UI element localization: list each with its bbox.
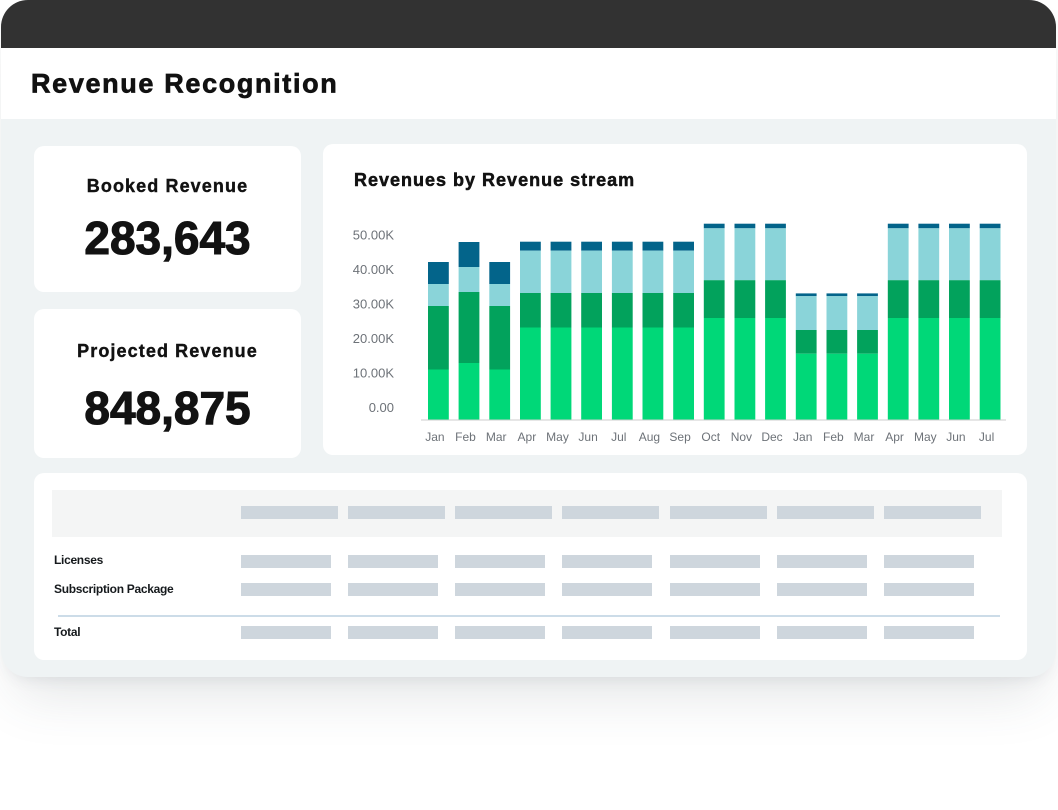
svg-text:0.00: 0.00: [369, 400, 394, 415]
svg-text:Mar: Mar: [854, 430, 875, 444]
svg-text:Aug: Aug: [639, 430, 660, 444]
svg-text:Jul: Jul: [611, 430, 626, 444]
svg-text:Jan: Jan: [425, 430, 444, 444]
svg-text:40.00K: 40.00K: [353, 262, 395, 277]
svg-text:Feb: Feb: [823, 430, 844, 444]
svg-text:50.00K: 50.00K: [353, 228, 395, 243]
svg-text:Dec: Dec: [761, 430, 782, 444]
svg-text:20.00K: 20.00K: [353, 331, 395, 346]
svg-text:Jul: Jul: [979, 430, 994, 444]
svg-text:Jun: Jun: [946, 430, 965, 444]
svg-text:Oct: Oct: [701, 430, 720, 444]
svg-text:May: May: [546, 430, 569, 444]
svg-text:Jan: Jan: [793, 430, 812, 444]
svg-text:Mar: Mar: [486, 430, 507, 444]
svg-text:Apr: Apr: [518, 430, 537, 444]
svg-text:Nov: Nov: [731, 430, 752, 444]
svg-text:Sep: Sep: [669, 430, 691, 444]
svg-text:May: May: [914, 430, 937, 444]
svg-text:Feb: Feb: [455, 430, 476, 444]
svg-text:Apr: Apr: [885, 430, 904, 444]
svg-text:Jun: Jun: [578, 430, 597, 444]
svg-text:30.00K: 30.00K: [353, 297, 395, 312]
svg-text:10.00K: 10.00K: [353, 366, 395, 381]
